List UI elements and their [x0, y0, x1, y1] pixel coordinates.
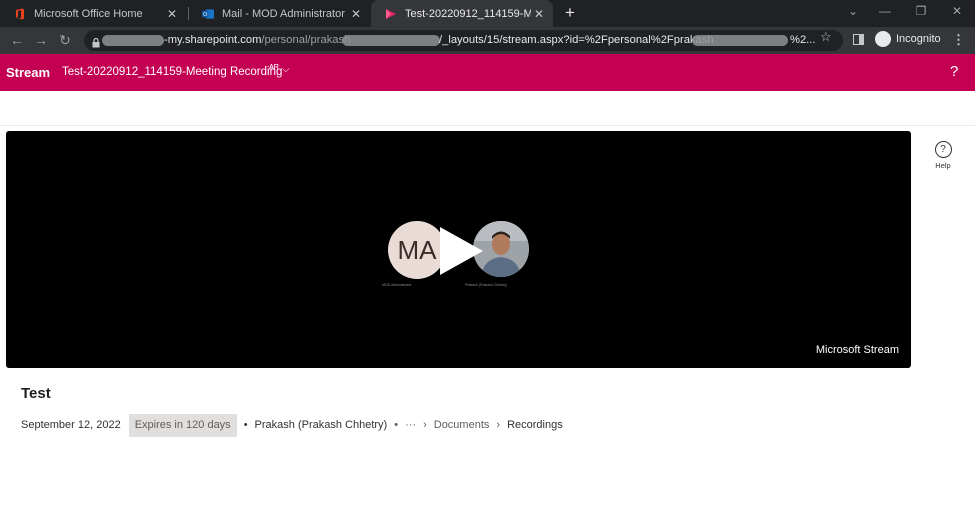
- command-bar: [0, 91, 975, 126]
- tab-search-icon[interactable]: ⌄: [842, 4, 864, 18]
- chevron-right-icon: ›: [423, 419, 427, 431]
- redacted-text: [102, 35, 164, 46]
- close-tab-icon[interactable]: ✕: [531, 7, 547, 21]
- tab-title: Microsoft Office Home: [34, 7, 143, 20]
- redacted-text: [692, 35, 788, 46]
- expiry-badge[interactable]: Expires in 120 days: [128, 413, 237, 437]
- tab-office-home[interactable]: Microsoft Office Home ✕: [0, 0, 186, 27]
- minimize-button[interactable]: —: [874, 4, 896, 18]
- address-bar[interactable]: -my.sharepoint.com/personal/prakash /_la…: [84, 30, 843, 51]
- tab-outlook-mail[interactable]: O Mail - MOD Administrator - Outl ✕: [188, 0, 370, 27]
- browser-tab-bar: Microsoft Office Home ✕ O Mail - MOD Adm…: [0, 0, 975, 27]
- redacted-text: [342, 35, 440, 46]
- stream-watermark: Microsoft Stream: [815, 344, 899, 356]
- svg-text:O: O: [203, 12, 208, 18]
- tab-stream-recording[interactable]: Test-20220912_114159-Meeting ✕: [371, 0, 553, 27]
- separator-dot: •: [243, 419, 248, 431]
- recording-date: September 12, 2022: [21, 419, 121, 431]
- more-breadcrumb-icon[interactable]: ···: [405, 419, 416, 431]
- browser-menu-icon[interactable]: ⋮: [952, 32, 965, 48]
- play-button[interactable]: [437, 225, 485, 282]
- help-circle-icon: ?: [934, 141, 952, 158]
- url-text: -my.sharepoint.com/personal/prakash: [164, 34, 351, 46]
- back-icon[interactable]: ←: [9, 32, 25, 48]
- breadcrumb-documents[interactable]: Documents: [434, 419, 490, 431]
- chevron-down-icon[interactable]: ⌵: [282, 64, 290, 75]
- reload-icon[interactable]: ↻: [57, 32, 73, 48]
- video-metadata-row: September 12, 2022 Expires in 120 days •…: [21, 413, 563, 437]
- url-text-tail: %2...: [790, 34, 816, 46]
- office-icon: [14, 8, 26, 20]
- breadcrumb-recordings[interactable]: Recordings: [507, 419, 563, 431]
- outlook-icon: O: [202, 8, 214, 20]
- tab-title: Test-20220912_114159-Meeting: [405, 7, 531, 20]
- new-tab-button[interactable]: +: [561, 3, 579, 23]
- participant-caption: Prakash (Prakash Chhetry): [465, 283, 508, 287]
- url-text-path: /_layouts/15/stream.aspx?id=%2Fpersonal%…: [439, 34, 714, 46]
- bookmark-star-icon[interactable]: ☆: [820, 29, 832, 45]
- video-title: Test: [21, 385, 51, 402]
- incognito-profile-button[interactable]: Incognito: [875, 31, 941, 47]
- forward-icon[interactable]: →: [33, 32, 49, 48]
- separator-dot: •: [394, 419, 399, 431]
- close-tab-icon[interactable]: ✕: [348, 7, 364, 21]
- profile-label: Incognito: [896, 33, 941, 45]
- restore-button[interactable]: ❐: [910, 4, 932, 18]
- owner-name[interactable]: Prakash (Prakash Chhetry): [255, 419, 388, 431]
- stream-icon: [385, 8, 397, 20]
- participant-caption: MOD Administrator: [382, 283, 412, 287]
- tab-title: Mail - MOD Administrator - Outl: [222, 7, 348, 20]
- browser-toolbar: ← → ↻ -my.sharepoint.com/personal/prakas…: [0, 27, 975, 54]
- close-window-button[interactable]: ✕: [946, 4, 968, 18]
- incognito-icon: [875, 31, 891, 47]
- chevron-right-icon: ›: [496, 419, 501, 431]
- stream-header: Stream Test-20220912_114159-Meeting Reco…: [0, 54, 975, 91]
- close-tab-icon[interactable]: ✕: [164, 7, 180, 21]
- lock-icon: [92, 35, 100, 53]
- stream-brand[interactable]: Stream: [6, 65, 50, 80]
- help-label: Help: [935, 161, 951, 170]
- help-question-icon[interactable]: ?: [950, 63, 958, 80]
- video-player[interactable]: MA MOD Administrator Prakash (Prakash Ch…: [6, 131, 911, 368]
- shared-people-icon[interactable]: ᴬᴿ: [269, 63, 279, 75]
- side-panel-icon[interactable]: [853, 34, 864, 45]
- file-title[interactable]: Test-20220912_114159-Meeting Recording: [62, 66, 282, 78]
- help-pane-button[interactable]: ? Help: [925, 141, 961, 170]
